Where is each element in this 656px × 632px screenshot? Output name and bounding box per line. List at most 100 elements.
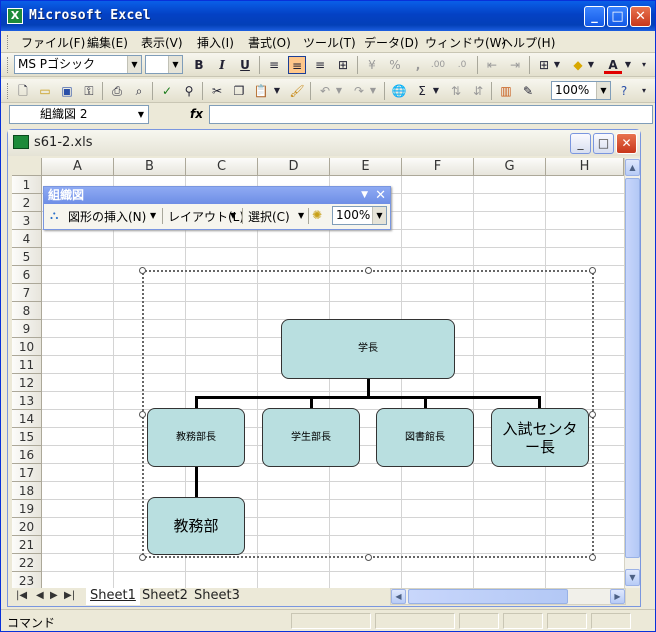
resize-handle[interactable] xyxy=(139,411,146,418)
chevron-down-icon[interactable]: ▼ xyxy=(361,187,368,204)
prev-sheet-icon[interactable]: ◀ xyxy=(36,590,44,601)
chevron-down-icon[interactable]: ▼ xyxy=(431,82,441,100)
row-header[interactable]: 7 xyxy=(12,284,42,302)
chevron-down-icon[interactable]: ▼ xyxy=(298,211,304,220)
toolbar-options-icon[interactable]: ▾ xyxy=(638,82,650,100)
row-header[interactable]: 22 xyxy=(12,554,42,572)
horizontal-scroll-thumb[interactable] xyxy=(408,589,568,604)
scroll-down-icon[interactable]: ▼ xyxy=(625,569,640,586)
formula-input[interactable] xyxy=(209,105,653,124)
resize-handle[interactable] xyxy=(589,267,596,274)
row-header[interactable]: 19 xyxy=(12,500,42,518)
sheet-tab-2[interactable]: Sheet2 xyxy=(138,588,192,605)
menu-format[interactable]: 書式(O) xyxy=(248,34,291,51)
row-header[interactable]: 5 xyxy=(12,248,42,266)
first-sheet-icon[interactable]: |◀ xyxy=(16,590,27,601)
paste-icon[interactable]: 📋 xyxy=(252,82,270,100)
autoformat-icon[interactable]: ✺ xyxy=(312,208,322,222)
row-header[interactable]: 14 xyxy=(12,410,42,428)
sheet-tab-3[interactable]: Sheet3 xyxy=(190,588,244,605)
menu-help[interactable]: ヘルプ(H) xyxy=(501,34,555,51)
close-icon[interactable]: ✕ xyxy=(375,187,386,204)
resize-handle[interactable] xyxy=(139,267,146,274)
autosum-button[interactable]: Σ xyxy=(413,82,431,100)
row-header[interactable]: 3 xyxy=(12,212,42,230)
increase-indent-icon[interactable]: ⇥ xyxy=(506,56,524,74)
resize-handle[interactable] xyxy=(589,411,596,418)
row-header[interactable]: 12 xyxy=(12,374,42,392)
row-header[interactable]: 23 xyxy=(12,572,42,588)
merge-center-icon[interactable]: ⊞ xyxy=(334,56,352,74)
chevron-down-icon[interactable]: ▼ xyxy=(586,56,596,74)
horizontal-scrollbar[interactable]: ◀ ▶ xyxy=(390,588,626,605)
menu-view[interactable]: 表示(V) xyxy=(141,34,183,51)
menu-edit[interactable]: 編集(E) xyxy=(87,34,128,51)
chevron-down-icon[interactable]: ▼ xyxy=(552,56,562,74)
row-header[interactable]: 9 xyxy=(12,320,42,338)
chevron-down-icon[interactable]: ▼ xyxy=(368,82,378,100)
org-zoom-combo[interactable]: 100% ▼ xyxy=(332,206,387,225)
research-icon[interactable]: ⚲ xyxy=(180,82,198,100)
insert-shape-button[interactable]: 図形の挿入(N) xyxy=(68,208,146,225)
scroll-right-icon[interactable]: ▶ xyxy=(610,589,625,604)
resize-handle[interactable] xyxy=(589,554,596,561)
next-sheet-icon[interactable]: ▶ xyxy=(50,590,58,601)
toolbar-grip[interactable] xyxy=(7,83,10,99)
fill-color-icon[interactable]: ◆ xyxy=(569,56,587,74)
sheet-tab-1[interactable]: Sheet1 xyxy=(86,588,140,605)
italic-button[interactable]: I xyxy=(213,56,231,74)
underline-button[interactable]: U xyxy=(236,56,254,74)
close-button[interactable]: ✕ xyxy=(630,6,651,27)
sort-descending-icon[interactable]: ⇵ xyxy=(469,82,487,100)
vertical-scrollbar[interactable]: ▲ ▼ xyxy=(624,158,640,588)
font-size-combo[interactable]: ▼ xyxy=(145,55,183,74)
row-header[interactable]: 15 xyxy=(12,428,42,446)
workbook-close-button[interactable]: ✕ xyxy=(616,133,637,154)
row-header[interactable]: 8 xyxy=(12,302,42,320)
insert-function-button[interactable]: fx xyxy=(190,107,203,121)
column-header-g[interactable]: G xyxy=(474,158,546,176)
currency-icon[interactable]: ¥ xyxy=(363,56,381,74)
row-header[interactable]: 2 xyxy=(12,194,42,212)
save-icon[interactable]: ▣ xyxy=(58,82,76,100)
open-folder-icon[interactable]: ▭ xyxy=(36,82,54,100)
sort-ascending-icon[interactable]: ⇅ xyxy=(447,82,465,100)
org-chart-toolbar-titlebar[interactable]: 組織図 ▼ ✕ xyxy=(44,187,390,204)
cut-icon[interactable]: ✂ xyxy=(208,82,226,100)
row-header[interactable]: 11 xyxy=(12,356,42,374)
align-center-icon[interactable]: ≡ xyxy=(288,56,306,74)
name-box[interactable]: 組織図 2 ▼ xyxy=(9,105,149,124)
row-header[interactable]: 1 xyxy=(12,176,42,194)
menu-insert[interactable]: 挿入(I) xyxy=(197,34,234,51)
redo-icon[interactable]: ↷ xyxy=(350,82,368,100)
column-header-a[interactable]: A xyxy=(42,158,114,176)
row-header[interactable]: 10 xyxy=(12,338,42,356)
workbook-minimize-button[interactable]: _ xyxy=(570,133,591,154)
org-node-grandchild[interactable]: 教務部 xyxy=(147,497,245,555)
column-header-d[interactable]: D xyxy=(258,158,330,176)
chevron-down-icon[interactable]: ▼ xyxy=(134,106,148,123)
row-header[interactable]: 13 xyxy=(12,392,42,410)
menu-window[interactable]: ウィンドウ(W) xyxy=(425,34,506,51)
column-header-f[interactable]: F xyxy=(402,158,474,176)
org-node-child-3[interactable]: 図書館長 xyxy=(376,408,474,467)
scroll-left-icon[interactable]: ◀ xyxy=(391,589,406,604)
toolbar-options-icon[interactable]: ▾ xyxy=(638,56,650,74)
font-color-button[interactable]: A xyxy=(604,56,622,74)
chevron-down-icon[interactable]: ▼ xyxy=(150,211,156,220)
print-preview-icon[interactable]: ⌕ xyxy=(130,82,148,100)
menu-tools[interactable]: ツール(T) xyxy=(303,34,356,51)
comma-button[interactable]: , xyxy=(409,56,427,74)
column-header-c[interactable]: C xyxy=(186,158,258,176)
new-document-icon[interactable]: 🗋 xyxy=(14,82,32,100)
chevron-down-icon[interactable]: ▼ xyxy=(272,82,282,100)
align-left-icon[interactable]: ≡ xyxy=(265,56,283,74)
decrease-indent-icon[interactable]: ⇤ xyxy=(483,56,501,74)
row-header[interactable]: 17 xyxy=(12,464,42,482)
print-icon[interactable]: ⎙ xyxy=(108,82,126,100)
org-node-child-1[interactable]: 教務部長 xyxy=(147,408,245,467)
row-header[interactable]: 21 xyxy=(12,536,42,554)
org-node-child-4[interactable]: 入試センター長 xyxy=(491,408,589,467)
zoom-combo[interactable]: 100% ▼ xyxy=(551,81,611,100)
org-node-child-2[interactable]: 学生部長 xyxy=(262,408,360,467)
